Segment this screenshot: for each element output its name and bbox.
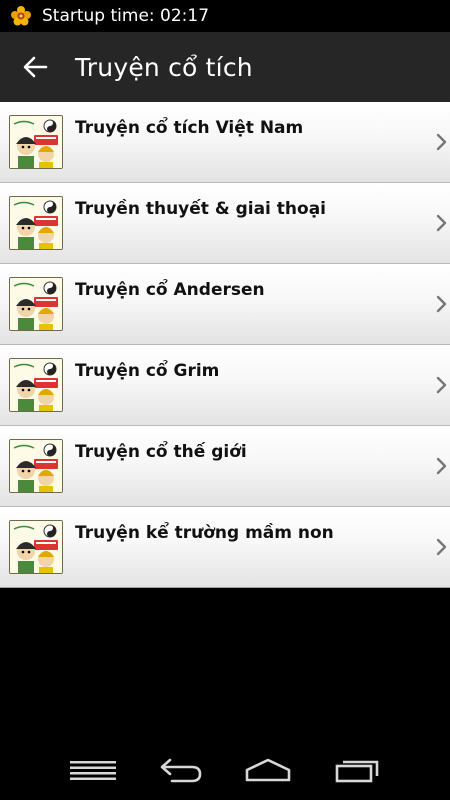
list-item-label: Truyện cổ Grim: [75, 361, 220, 381]
page-title: Truyện cổ tích: [75, 52, 253, 82]
book-cover-thumbnail: [9, 196, 63, 250]
status-bar: Startup time: 02:17: [0, 0, 450, 32]
list-item-truyen-co-andersen[interactable]: Truyện cổ Andersen: [0, 264, 450, 345]
screen: Startup time: 02:17 Truyện cổ tích Truyệ…: [0, 0, 450, 800]
system-nav-bar: [0, 740, 450, 800]
flower-icon: [10, 5, 32, 27]
book-cover-thumbnail: [9, 115, 63, 169]
nav-home-button[interactable]: [243, 754, 293, 786]
chevron-right-icon: [436, 537, 448, 557]
chevron-right-icon: [436, 456, 448, 476]
chevron-right-icon: [436, 213, 448, 233]
list-item-truyen-ke-truong-mam-non[interactable]: Truyện kể trường mầm non: [0, 507, 450, 588]
menu-button[interactable]: [68, 754, 118, 786]
menu-icon: [69, 759, 117, 781]
book-cover-thumbnail: [9, 520, 63, 574]
book-cover-thumbnail: [9, 439, 63, 493]
list-item-truyen-co-tich-viet-nam[interactable]: Truyện cổ tích Việt Nam: [0, 102, 450, 183]
list-item-truyen-co-the-gioi[interactable]: Truyện cổ thế giới: [0, 426, 450, 507]
book-cover-thumbnail: [9, 358, 63, 412]
list-item-truyen-thuyet-giai-thoai[interactable]: Truyền thuyết & giai thoại: [0, 183, 450, 264]
home-icon: [244, 757, 292, 783]
chevron-right-icon: [436, 375, 448, 395]
arrow-left-icon: [22, 56, 48, 78]
list-item-label: Truyền thuyết & giai thoại: [75, 199, 326, 219]
startup-time-text: Startup time: 02:17: [42, 6, 210, 26]
category-list: Truyện cổ tích Việt Nam Truyền thuyết & …: [0, 102, 450, 588]
chevron-right-icon: [436, 294, 448, 314]
back-icon: [158, 756, 204, 784]
list-item-truyen-co-grim[interactable]: Truyện cổ Grim: [0, 345, 450, 426]
list-item-label: Truyện cổ Andersen: [75, 280, 265, 300]
back-button[interactable]: [5, 32, 65, 102]
recent-apps-icon: [335, 757, 381, 783]
chevron-right-icon: [436, 132, 448, 152]
list-item-label: Truyện cổ thế giới: [75, 442, 247, 462]
book-cover-thumbnail: [9, 277, 63, 331]
list-item-label: Truyện cổ tích Việt Nam: [75, 118, 304, 138]
nav-recent-apps-button[interactable]: [334, 754, 382, 786]
list-item-label: Truyện kể trường mầm non: [75, 523, 334, 543]
action-bar: Truyện cổ tích: [0, 32, 450, 102]
nav-back-button[interactable]: [157, 754, 205, 786]
